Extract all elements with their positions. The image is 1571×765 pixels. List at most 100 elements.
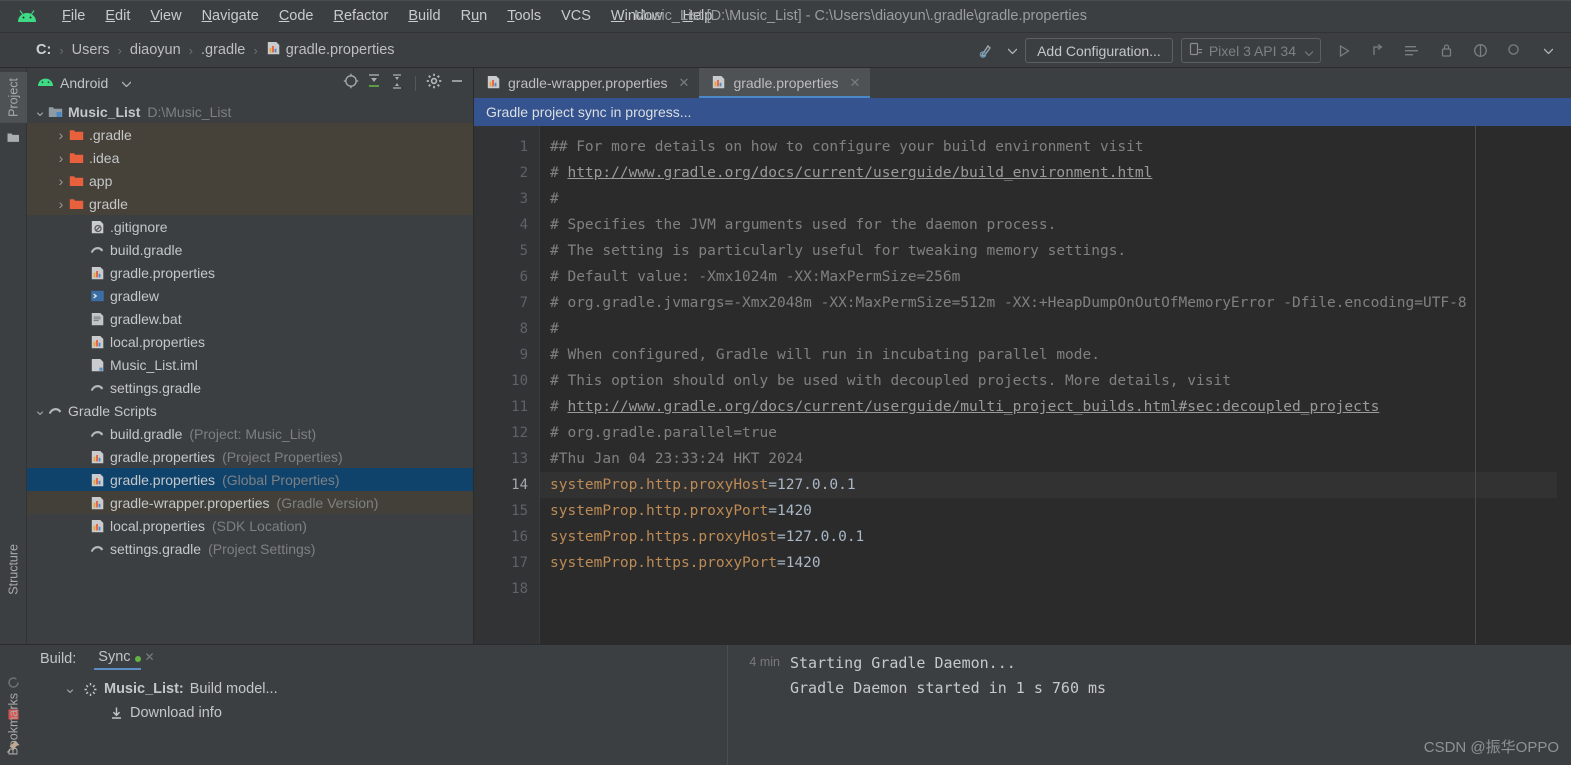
editor-tab[interactable]: gradle.properties ✕ — [699, 68, 871, 98]
device-selector[interactable]: Pixel 3 API 34 — [1180, 38, 1321, 63]
chevron-down-icon[interactable]: ⌄ — [63, 681, 77, 696]
close-icon[interactable]: ✕ — [850, 75, 861, 91]
menu-item-refactor[interactable]: Refactor — [324, 5, 399, 27]
menu-item-edit[interactable]: Edit — [95, 5, 140, 27]
select-opened-file-icon[interactable] — [343, 73, 359, 94]
chevron-right-icon[interactable]: › — [54, 196, 68, 212]
build-event-tree[interactable]: ⌄ Music_List: Build model... Download info — [27, 673, 727, 725]
code-line[interactable]: #Thu Jan 04 23:33:24 HKT 2024 — [540, 446, 1557, 472]
sidebar-item-bookmarks[interactable]: Bookmarks — [0, 687, 27, 762]
code-line[interactable]: # http://www.gradle.org/docs/current/use… — [540, 160, 1557, 186]
profile-icon[interactable] — [1399, 38, 1425, 64]
menu-item-code[interactable]: Code — [269, 5, 324, 27]
code-line[interactable]: ## For more details on how to configure … — [540, 134, 1557, 160]
code-line[interactable]: # — [540, 316, 1557, 342]
sidebar-item-project[interactable]: Project — [0, 72, 27, 123]
menu-item-help[interactable]: Help — [672, 5, 722, 27]
code-link[interactable]: http://www.gradle.org/docs/current/userg… — [567, 165, 1152, 181]
tree-item[interactable]: ⌄ Gradle Scripts — [27, 399, 473, 422]
gradle-sync-icon[interactable] — [973, 38, 999, 64]
tree-item[interactable]: ⌄ Music_List D:\Music_List — [27, 100, 473, 123]
editor-scrollbar[interactable] — [1557, 126, 1571, 644]
code-link[interactable]: http://www.gradle.org/docs/current/userg… — [567, 399, 1379, 415]
tree-item[interactable]: gradle.properties (Global Properties) — [27, 468, 473, 491]
tree-item[interactable]: › gradle — [27, 192, 473, 215]
expand-all-icon[interactable] — [366, 73, 382, 94]
tree-item[interactable]: local.properties — [27, 330, 473, 353]
tree-item[interactable]: build.gradle (Project: Music_List) — [27, 422, 473, 445]
tree-item[interactable]: .gitignore — [27, 215, 473, 238]
tree-item[interactable]: gradle-wrapper.properties (Gradle Version… — [27, 491, 473, 514]
tree-item[interactable]: settings.gradle (Project Settings) — [27, 537, 473, 560]
editor-tab[interactable]: gradle-wrapper.properties ✕ — [474, 68, 699, 98]
menu-item-build[interactable]: Build — [398, 5, 450, 27]
tree-item[interactable]: gradlew.bat — [27, 307, 473, 330]
add-configuration-button[interactable]: Add Configuration... — [1025, 38, 1173, 63]
menu-item-file[interactable]: File — [52, 5, 95, 27]
code-line[interactable]: systemProp.https.proxyHost=127.0.0.1 — [540, 524, 1557, 550]
menu-item-vcs[interactable]: VCS — [551, 5, 601, 27]
breadcrumb-item-4[interactable]: gradle.properties — [266, 41, 395, 59]
menu-item-run[interactable]: Run — [451, 5, 498, 27]
code-line[interactable]: # org.gradle.jvmargs=-Xmx2048m -XX:MaxPe… — [540, 290, 1557, 316]
project-view-chevron-down-icon[interactable] — [121, 74, 132, 92]
breadcrumb-item-2[interactable]: diaoyun — [130, 42, 181, 58]
tree-item[interactable]: settings.gradle — [27, 376, 473, 399]
close-icon[interactable]: ✕ — [145, 650, 155, 664]
tree-item[interactable]: gradle.properties — [27, 261, 473, 284]
build-tab-sync[interactable]: Sync ✕ — [94, 649, 155, 670]
build-event-row[interactable]: Download info — [63, 701, 727, 725]
debug-icon[interactable] — [1365, 38, 1391, 64]
menu-item-view[interactable]: View — [140, 5, 191, 27]
search-everywhere-icon[interactable] — [1501, 38, 1527, 64]
code-line[interactable]: # Default value: -Xmx1024m -XX:MaxPermSi… — [540, 264, 1557, 290]
tree-item[interactable]: › .gradle — [27, 123, 473, 146]
code-line[interactable]: # This option should only be used with d… — [540, 368, 1557, 394]
toolbar-more-chevron-down-icon[interactable] — [1535, 38, 1561, 64]
device-lock-icon[interactable] — [1433, 38, 1459, 64]
close-icon[interactable]: ✕ — [679, 75, 690, 91]
build-left-pane: Build: Sync ✕ ⌄ Music_List: Build model..… — [27, 645, 727, 765]
code-line[interactable]: systemProp.https.proxyPort=1420 — [540, 550, 1557, 576]
tree-item[interactable]: gradle.properties (Project Properties) — [27, 445, 473, 468]
collapse-all-icon[interactable] — [389, 73, 405, 94]
code-line[interactable]: # org.gradle.parallel=true — [540, 420, 1557, 446]
tree-item[interactable]: › .idea — [27, 146, 473, 169]
tree-item[interactable]: local.properties (SDK Location) — [27, 514, 473, 537]
tree-item[interactable]: Music_List.iml — [27, 353, 473, 376]
panel-splitter[interactable] — [0, 0, 1571, 1]
breadcrumb-item-3[interactable]: .gradle — [201, 42, 245, 58]
code-line[interactable]: # http://www.gradle.org/docs/current/use… — [540, 394, 1557, 420]
settings-gear-icon[interactable] — [426, 73, 442, 94]
menu-item-tools[interactable]: Tools — [497, 5, 551, 27]
tree-item[interactable]: › app — [27, 169, 473, 192]
menu-item-navigate[interactable]: Navigate — [192, 5, 269, 27]
tree-item[interactable]: build.gradle — [27, 238, 473, 261]
chevron-down-icon[interactable]: ⌄ — [33, 104, 47, 119]
tree-item[interactable]: gradlew — [27, 284, 473, 307]
project-tree[interactable]: ⌄ Music_List D:\Music_List › .gradle › .idea › a… — [27, 98, 473, 644]
breadcrumb-item-0[interactable]: C: — [36, 42, 51, 58]
code-line[interactable]: systemProp.http.proxyHost=127.0.0.1 — [540, 472, 1557, 498]
chevron-right-icon[interactable]: › — [54, 150, 68, 166]
code-line[interactable]: # When configured, Gradle will run in in… — [540, 342, 1557, 368]
code-line[interactable]: # Specifies the JVM arguments used for t… — [540, 212, 1557, 238]
sync-dropdown-chevron-down-icon[interactable] — [999, 38, 1025, 64]
code-line[interactable]: # — [540, 186, 1557, 212]
breadcrumb-item-1[interactable]: Users — [72, 42, 110, 58]
run-icon[interactable] — [1331, 38, 1357, 64]
build-event-row[interactable]: ⌄ Music_List: Build model... — [63, 677, 727, 701]
chevron-right-icon[interactable]: › — [54, 173, 68, 189]
device-dropdown-chevron-down-icon[interactable] — [1304, 43, 1314, 59]
menu-item-window[interactable]: Window — [601, 5, 673, 27]
chevron-right-icon[interactable]: › — [54, 127, 68, 143]
code-line[interactable] — [540, 576, 1557, 602]
code-editor[interactable]: 1 2 3 4 5 6 7 8 9 10 11 12 13 14 15 16 17 18 ## For more … — [474, 126, 1571, 644]
sdk-manager-icon[interactable] — [1467, 38, 1493, 64]
hide-icon[interactable] — [449, 73, 465, 94]
code-line[interactable]: systemProp.http.proxyPort=1420 — [540, 498, 1557, 524]
code-line[interactable]: # The setting is particularly useful for… — [540, 238, 1557, 264]
code-content[interactable]: ## For more details on how to configure … — [540, 126, 1557, 644]
chevron-down-icon[interactable]: ⌄ — [33, 403, 47, 418]
sidebar-item-structure[interactable]: Structure — [0, 538, 27, 601]
